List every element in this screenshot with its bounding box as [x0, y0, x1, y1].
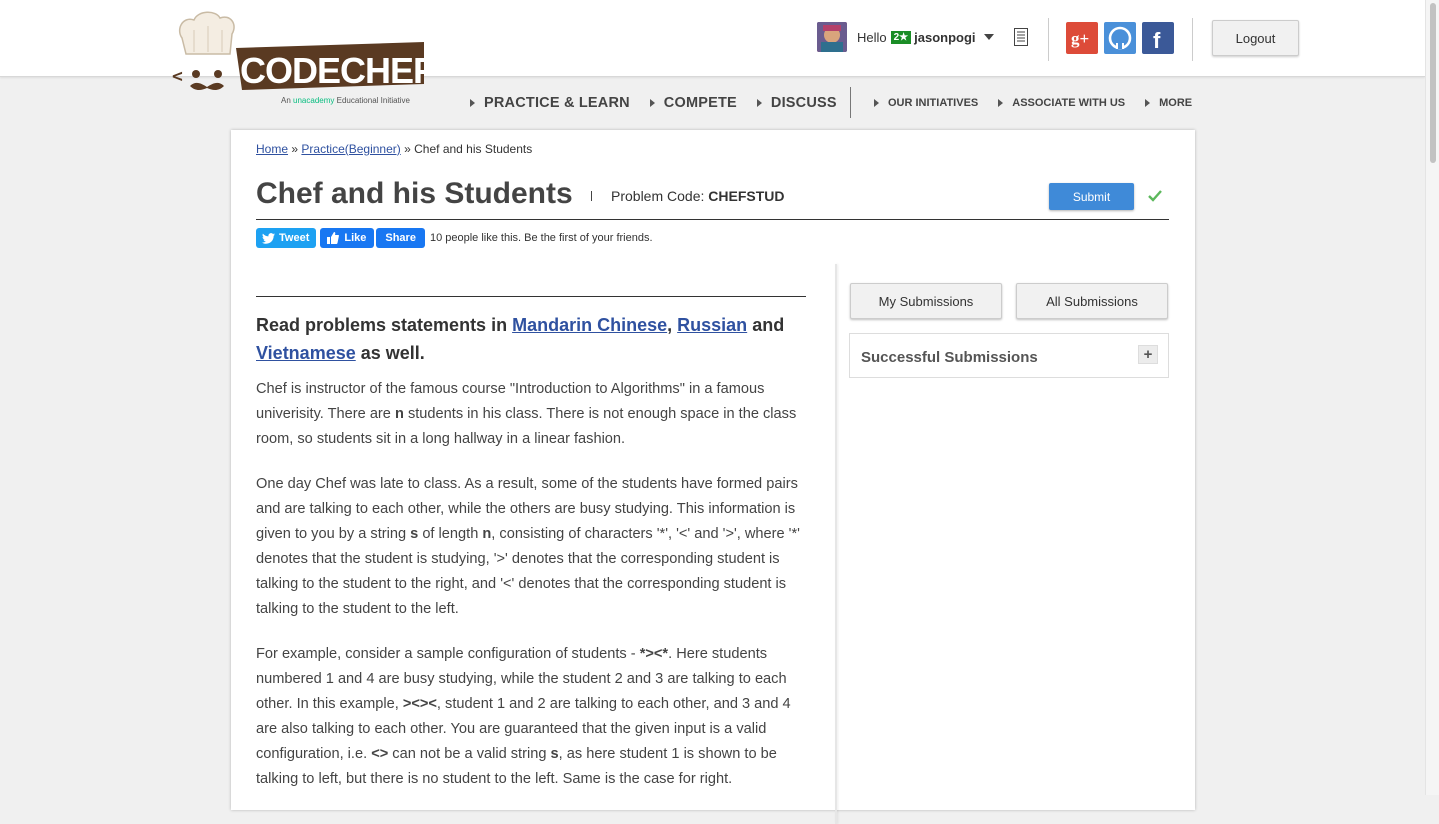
twitter-icon	[262, 232, 275, 244]
thumbs-up-icon	[327, 232, 340, 244]
svg-text:<: <	[172, 66, 183, 87]
facebook-share-button[interactable]: Share	[376, 228, 425, 248]
problem-code-value: CHEFSTUD	[708, 188, 785, 204]
problem-card: Home » Practice(Beginner) » Chef and his…	[231, 130, 1195, 824]
user-avatar[interactable]	[817, 22, 847, 52]
google-plus-icon[interactable]: g+	[1066, 22, 1098, 54]
column-divider	[835, 264, 837, 824]
logout-button[interactable]: Logout	[1212, 20, 1299, 56]
breadcrumb-practice-link[interactable]: Practice(Beginner)	[301, 142, 400, 156]
greeting-text: Hello	[857, 29, 887, 45]
nav-compete[interactable]: COMPETE	[649, 95, 737, 111]
statement-paragraph: One day Chef was late to class. As a res…	[256, 476, 800, 617]
russian-link[interactable]: Russian	[677, 315, 747, 335]
like-count-text: 10 people like this. Be the first of you…	[429, 232, 653, 244]
successful-submissions-panel[interactable]: Successful Submissions +	[849, 333, 1169, 378]
breadcrumb-home-link[interactable]: Home	[256, 142, 288, 156]
nav-discuss[interactable]: DISCUSS	[756, 95, 837, 111]
rating-badge: 2★	[890, 30, 912, 44]
caret-right-icon	[1145, 99, 1151, 107]
caret-right-icon	[649, 99, 655, 107]
statement-paragraph: Chef is instructor of the famous course …	[256, 381, 797, 447]
breadcrumb-current: Chef and his Students	[414, 142, 533, 156]
page-title: Chef and his Students	[256, 177, 573, 210]
social-share-row: Tweet Like Share 10 people like this. Be…	[256, 228, 653, 248]
divider	[1048, 18, 1049, 61]
main-nav: PRACTICE & LEARN COMPETE DISCUSS	[470, 93, 857, 113]
nav-associate-with-us[interactable]: ASSOCIATE WITH US	[998, 97, 1125, 109]
divider	[1192, 18, 1193, 61]
vietnamese-link[interactable]: Vietnamese	[256, 343, 356, 363]
svg-text:f: f	[1153, 28, 1161, 53]
breadcrumb: Home » Practice(Beginner) » Chef and his…	[256, 142, 533, 156]
caret-right-icon	[998, 99, 1004, 107]
codechef-logo[interactable]: < CODECHEF	[172, 10, 435, 110]
github-icon[interactable]	[1104, 22, 1136, 54]
notes-icon[interactable]	[1014, 28, 1028, 46]
nav-practice-learn[interactable]: PRACTICE & LEARN	[470, 95, 630, 111]
checkmark-icon	[1148, 189, 1162, 203]
mandarin-link[interactable]: Mandarin Chinese	[512, 315, 667, 335]
svg-text:g+: g+	[1071, 29, 1089, 48]
chevron-down-icon[interactable]	[983, 34, 994, 40]
problem-statement: Read problems statements in Mandarin Chi…	[256, 296, 806, 792]
submit-button[interactable]: Submit	[1049, 183, 1134, 210]
user-menu[interactable]: Hello 2★ jasonpogi	[817, 21, 994, 53]
problem-code: Problem Code: CHEFSTUD	[611, 188, 785, 204]
facebook-icon[interactable]: f	[1142, 22, 1174, 54]
secondary-nav: OUR INITIATIVES ASSOCIATE WITH US MORE	[874, 93, 1212, 113]
nav-divider	[850, 87, 851, 118]
expand-icon[interactable]: +	[1138, 345, 1158, 364]
statement-divider	[256, 296, 806, 297]
statement-paragraph: For example, consider a sample configura…	[256, 646, 791, 787]
all-submissions-button[interactable]: All Submissions	[1016, 283, 1168, 319]
my-submissions-button[interactable]: My Submissions	[850, 283, 1002, 319]
caret-right-icon	[470, 99, 475, 107]
translation-notice: Read problems statements in Mandarin Chi…	[256, 315, 785, 363]
username[interactable]: jasonpogi	[914, 30, 975, 45]
title-divider	[256, 219, 1169, 220]
nav-more[interactable]: MORE	[1145, 97, 1192, 109]
facebook-like-button[interactable]: Like	[320, 228, 375, 248]
caret-right-icon	[874, 99, 879, 107]
page-scrollbar[interactable]	[1425, 0, 1439, 795]
successful-submissions-title: Successful Submissions	[861, 349, 1038, 366]
logo-wordmark: CODECHEF	[240, 50, 428, 91]
tweet-button[interactable]: Tweet	[256, 228, 317, 248]
scrollbar-thumb[interactable]	[1430, 3, 1436, 163]
caret-right-icon	[756, 99, 762, 107]
divider	[591, 191, 592, 201]
nav-our-initiatives[interactable]: OUR INITIATIVES	[874, 97, 978, 109]
logo-tagline: An unacademy Educational Initiative	[281, 96, 411, 105]
